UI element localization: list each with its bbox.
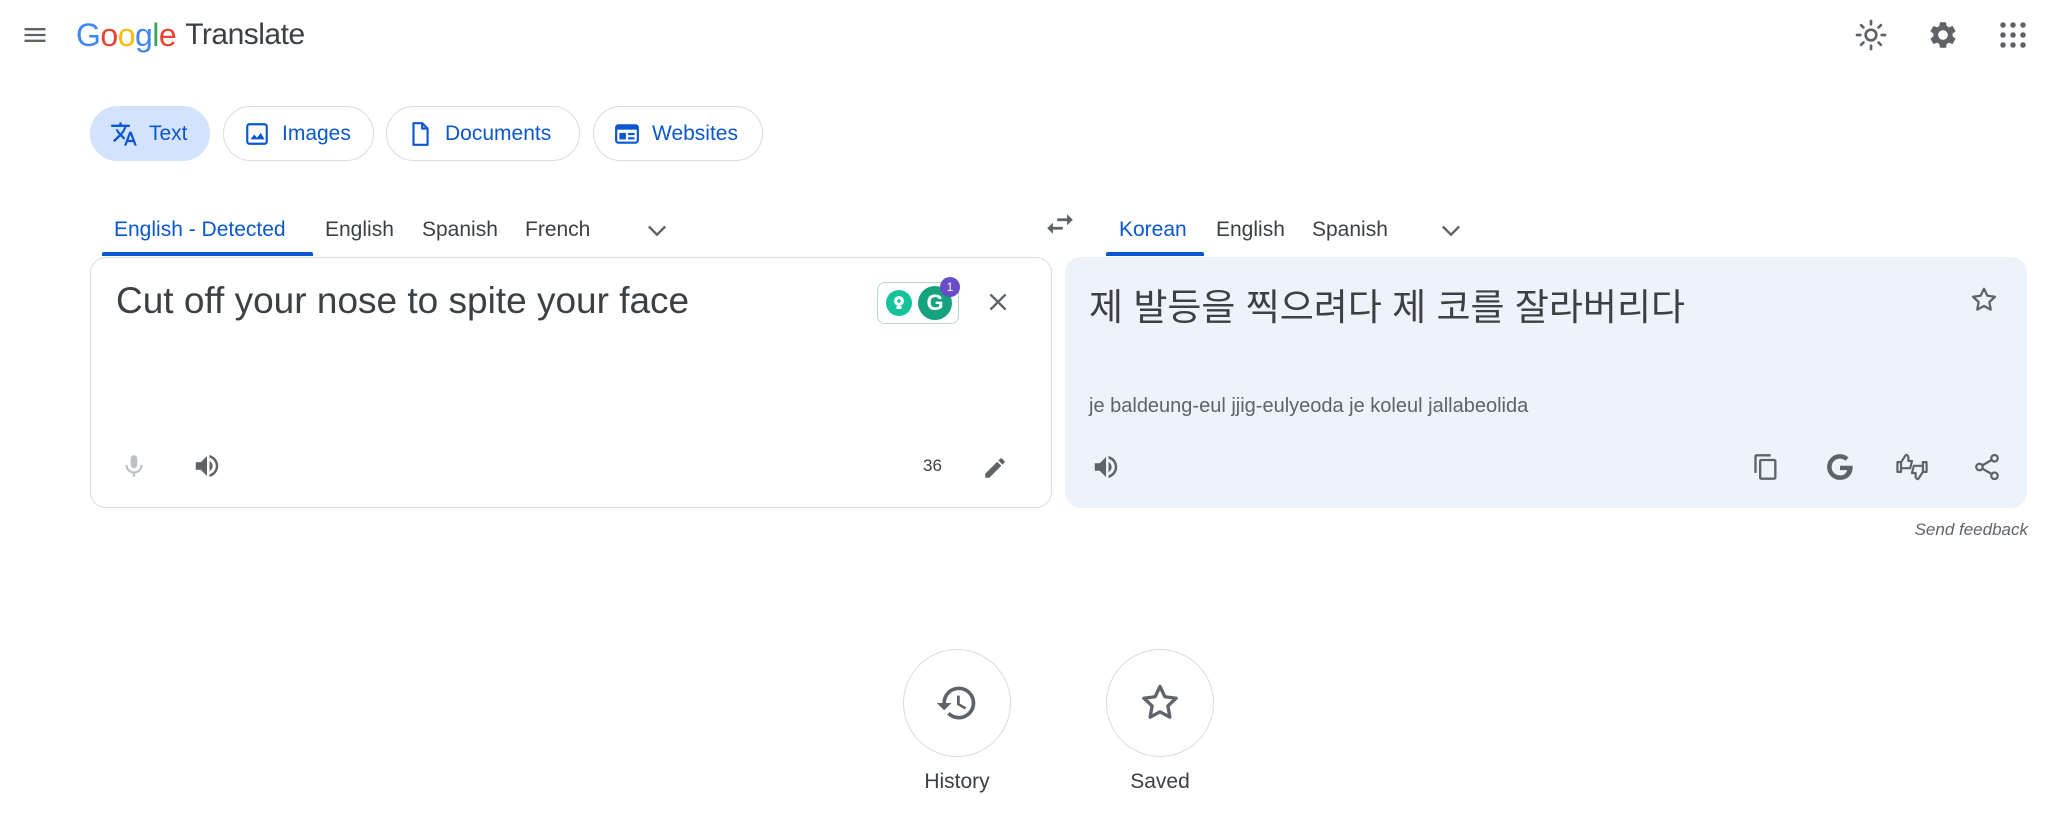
microphone-icon [125, 455, 143, 477]
listen-translation-button[interactable] [1082, 443, 1130, 491]
history-icon [936, 686, 976, 720]
grammarly-widget[interactable]: G 1 [877, 277, 960, 324]
target-lang-more-button[interactable] [1428, 205, 1474, 255]
logo-letter: e [158, 16, 177, 53]
google-translate-logo[interactable]: Google Translate [76, 14, 305, 56]
grammarly-alert-badge: 1 [940, 277, 960, 297]
main-menu-button[interactable] [14, 14, 56, 56]
mode-label: Text [149, 121, 188, 145]
star-outline-icon [1971, 287, 1997, 311]
mode-documents-button[interactable]: Documents [386, 106, 580, 161]
share-translation-button[interactable] [1963, 443, 2011, 491]
source-lang-more-button[interactable] [634, 205, 680, 255]
romanization-text: je baldeung-eul jjig-eulyeoda je koleul … [1089, 395, 1529, 417]
mode-images-button[interactable]: Images [223, 106, 374, 161]
google-search-button[interactable] [1816, 443, 1864, 491]
rate-translation-button[interactable] [1888, 443, 1936, 491]
star-outline-icon [1142, 684, 1178, 719]
edit-button[interactable] [971, 444, 1019, 492]
clear-text-button[interactable] [974, 278, 1022, 326]
copy-translation-button[interactable] [1742, 443, 1790, 491]
chevron-down-icon [648, 225, 666, 237]
theme-toggle-button[interactable] [1849, 13, 1893, 57]
target-lang-english-tab[interactable]: English [1216, 205, 1285, 255]
saved-label: Saved [1130, 770, 1190, 793]
swap-arrows-icon [1047, 214, 1073, 234]
mode-label: Images [282, 121, 351, 145]
speaker-icon [1094, 456, 1118, 478]
target-lang-korean-tab[interactable]: Korean [1119, 205, 1187, 255]
history-label: History [924, 770, 990, 793]
product-name: Translate [185, 18, 305, 51]
history-button[interactable] [903, 649, 1011, 757]
source-text-panel: Cut off your nose to spite your face G 1… [90, 257, 1052, 508]
gear-icon [1930, 22, 1956, 48]
pencil-icon [985, 458, 1005, 478]
translated-text: 제 발등을 찍으려다 제 코를 잘라버리다 [1089, 287, 1686, 328]
translate-icon [109, 119, 139, 149]
target-tab-indicator [1106, 252, 1204, 256]
logo-letter: o [100, 16, 118, 53]
lightbulb-icon [886, 290, 912, 316]
sun-icon [1855, 19, 1887, 51]
source-lang-spanish-tab[interactable]: Spanish [422, 205, 498, 255]
app-header: Google Translate [0, 0, 2048, 70]
close-icon [989, 293, 1007, 311]
source-tab-indicator [102, 252, 313, 256]
listen-source-button[interactable] [183, 442, 231, 490]
apps-button[interactable] [1991, 13, 2035, 57]
share-icon [1975, 453, 1999, 481]
source-lang-detected-tab[interactable]: English - Detected [114, 205, 286, 255]
logo-letter: g [134, 16, 153, 53]
translation-panel: 제 발등을 찍으려다 제 코를 잘라버리다 je baldeung-eul jj… [1065, 257, 2027, 508]
hamburger-menu-icon [24, 28, 46, 42]
google-g-icon [1827, 454, 1853, 480]
save-translation-button[interactable] [1960, 276, 2008, 324]
voice-input-button[interactable] [110, 442, 158, 490]
source-text-input[interactable]: Cut off your nose to spite your face [116, 280, 689, 322]
logo-letter: o [117, 16, 136, 53]
target-lang-spanish-tab[interactable]: Spanish [1312, 205, 1388, 255]
copy-icon [1754, 454, 1777, 480]
send-feedback-link[interactable]: Send feedback [1915, 520, 2028, 540]
mode-text-button[interactable]: Text [90, 106, 210, 161]
mode-websites-button[interactable]: Websites [593, 106, 763, 161]
image-icon [242, 119, 272, 149]
mode-label: Documents [445, 121, 552, 145]
saved-button[interactable] [1106, 649, 1214, 757]
apps-grid-icon [2000, 22, 2026, 48]
character-count: 36 [923, 456, 942, 475]
chevron-down-icon [1442, 225, 1460, 237]
settings-button[interactable] [1921, 13, 1965, 57]
logo-letter: l [152, 16, 159, 53]
speaker-icon [195, 455, 219, 477]
document-icon [405, 119, 435, 149]
source-lang-english-tab[interactable]: English [325, 205, 394, 255]
swap-languages-button[interactable] [1036, 200, 1084, 248]
source-lang-french-tab[interactable]: French [525, 205, 590, 255]
logo-letter: G [76, 16, 101, 53]
thumbs-up-down-icon [1896, 453, 1928, 481]
mode-label: Websites [652, 121, 738, 145]
website-icon [612, 119, 642, 149]
